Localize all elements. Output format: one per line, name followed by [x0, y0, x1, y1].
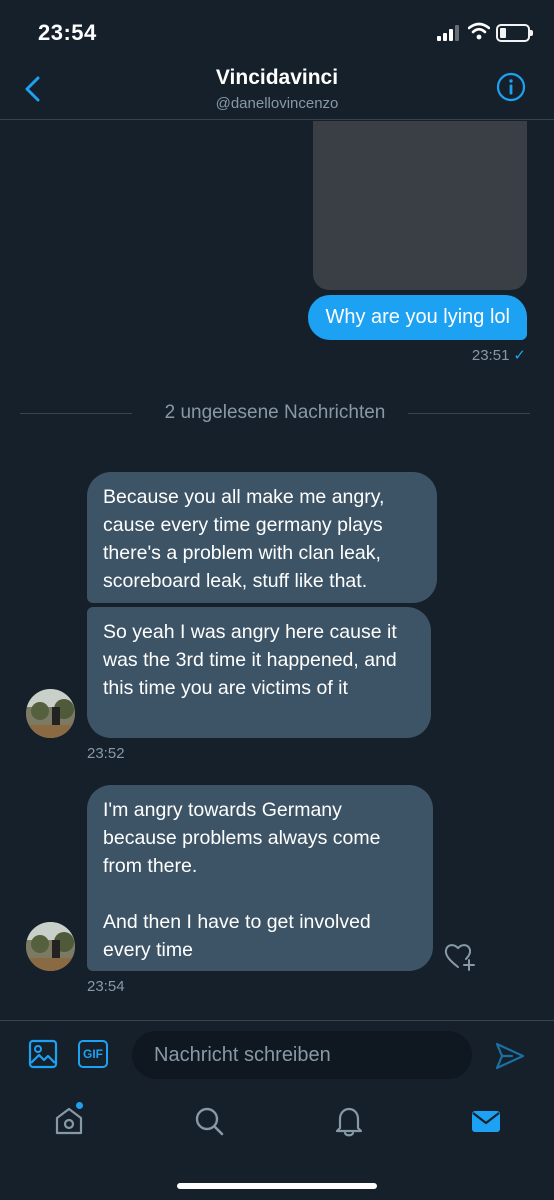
contact-name[interactable]: Vincidavinci	[0, 66, 554, 90]
unread-divider: 2 ungelesene Nachrichten	[20, 400, 530, 428]
message-meta: 23:51 ✓	[472, 346, 526, 364]
mail-icon[interactable]	[469, 1104, 503, 1138]
info-circle-icon[interactable]	[496, 72, 526, 102]
incoming-message[interactable]: Because you all make me angry, cause eve…	[87, 472, 437, 603]
wifi-icon	[468, 22, 490, 40]
message-time: 23:51	[471, 347, 510, 364]
heart-add-icon[interactable]	[443, 940, 477, 972]
new-content-dot	[76, 1102, 83, 1109]
message-input[interactable]: Nachricht schreiben	[132, 1031, 472, 1079]
home-indicator	[177, 1183, 377, 1189]
incoming-message[interactable]: So yeah I was angry here cause it was th…	[87, 607, 431, 738]
image-icon[interactable]	[28, 1039, 58, 1069]
incoming-message[interactable]: I'm angry towards Germany because proble…	[87, 785, 433, 971]
message-time: 23:52	[87, 745, 125, 762]
avatar[interactable]	[26, 689, 75, 738]
home-icon[interactable]	[52, 1104, 86, 1138]
avatar[interactable]	[26, 922, 75, 971]
search-icon[interactable]	[192, 1104, 226, 1138]
bell-icon[interactable]	[332, 1104, 366, 1138]
signal-icon	[437, 25, 461, 41]
check-icon: ✓	[513, 347, 526, 364]
status-time: 23:54	[38, 20, 97, 45]
send-icon[interactable]	[494, 1041, 526, 1071]
status-bar: 23:54	[0, 0, 554, 64]
contact-handle: @danellovincenzo	[215, 95, 339, 112]
media-attachment[interactable]	[313, 121, 527, 290]
conversation-header: Vincidavinci @danellovincenzo	[0, 60, 554, 120]
outgoing-message[interactable]: Why are you lying lol	[308, 295, 527, 340]
message-time: 23:54	[87, 978, 125, 995]
gif-button[interactable]: GIF	[78, 1040, 108, 1068]
message-composer: GIF Nachricht schreiben	[0, 1020, 554, 1092]
battery-icon	[496, 24, 533, 42]
